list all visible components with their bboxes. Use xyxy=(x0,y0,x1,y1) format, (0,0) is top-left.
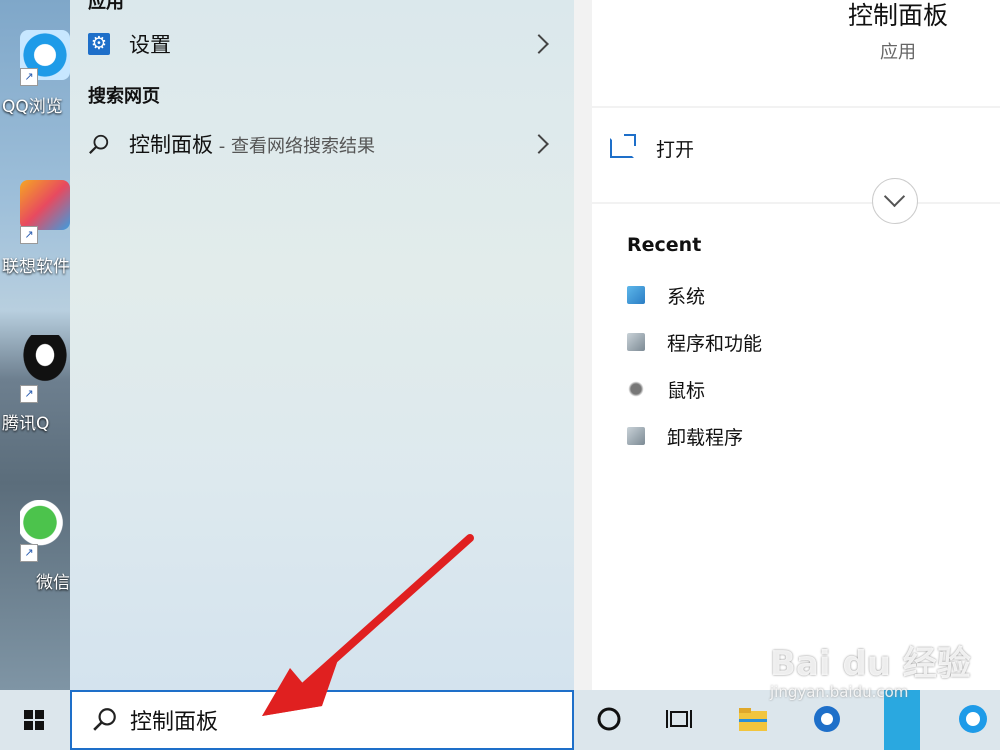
chevron-right-icon xyxy=(529,134,549,154)
recent-item-system[interactable]: 系统 xyxy=(627,280,705,310)
recent-item-uninstall[interactable]: 卸载程序 xyxy=(627,421,743,451)
wechat-icon xyxy=(20,500,70,550)
search-query-text: 控制面板 xyxy=(130,710,219,735)
recent-item-label: 卸载程序 xyxy=(667,426,744,449)
chevron-right-icon xyxy=(529,34,549,54)
open-action[interactable]: 打开 xyxy=(610,130,694,166)
system-icon xyxy=(627,286,645,304)
preview-header-card: 控制面板 应用 xyxy=(592,0,1000,106)
shortcut-arrow-icon: ↗ xyxy=(20,385,38,403)
recent-item-label: 鼠标 xyxy=(667,379,706,402)
result-label: 控制面板 - 查看网络搜索结果 xyxy=(129,129,375,159)
programs-icon xyxy=(627,333,645,351)
uninstall-icon xyxy=(627,427,645,445)
gear-icon: ⚙ xyxy=(88,33,110,55)
recent-item-mouse[interactable]: 鼠标 xyxy=(627,374,705,404)
result-settings[interactable]: ⚙ 设置 xyxy=(70,20,574,68)
windows-start-icon[interactable] xyxy=(14,700,54,740)
taskbar-search-input[interactable]: 控制面板 xyxy=(70,690,574,750)
open-label: 打开 xyxy=(656,138,695,161)
task-view-icon[interactable] xyxy=(662,702,696,736)
recent-heading: Recent xyxy=(627,234,702,256)
preview-subtitle: 应用 xyxy=(880,42,916,63)
browser-icon[interactable] xyxy=(810,702,844,736)
shortcut-arrow-icon: ↗ xyxy=(20,226,38,244)
preview-title: 控制面板 xyxy=(847,1,948,30)
result-web-search[interactable]: 控制面板 - 查看网络搜索结果 xyxy=(70,120,574,168)
shortcut-arrow-icon: ↗ xyxy=(20,68,38,86)
search-icon xyxy=(89,134,109,154)
recent-item-label: 系统 xyxy=(667,285,706,308)
shortcut-arrow-icon: ↗ xyxy=(20,544,38,562)
desktop-icon-label: 联想软件 xyxy=(2,257,70,277)
web-result-subtitle: - 查看网络搜索结果 xyxy=(213,136,375,157)
cortana-icon[interactable] xyxy=(592,702,626,736)
baidu-watermark: Bai du 经验 jingyan.baidu.com xyxy=(770,636,971,701)
lenovo-app-icon xyxy=(20,180,70,230)
section-heading-web: 搜索网页 xyxy=(88,86,160,107)
desktop-icon-label: 微信 xyxy=(36,573,70,593)
qq-penguin-icon xyxy=(20,335,70,385)
section-heading-apps: 应用 xyxy=(88,0,124,13)
watermark-brand: Bai du 经验 xyxy=(770,644,971,684)
recent-item-programs[interactable]: 程序和功能 xyxy=(627,327,762,357)
open-external-icon xyxy=(610,134,636,158)
recent-item-label: 程序和功能 xyxy=(667,332,763,355)
mouse-icon xyxy=(627,380,645,398)
search-icon xyxy=(93,708,116,731)
watermark-url: jingyan.baidu.com xyxy=(770,683,909,701)
search-results-pane: 应用 ⚙ 设置 搜索网页 控制面板 - 查看网络搜索结果 xyxy=(70,0,574,690)
preview-pane: 控制面板 应用 打开 Recent 系统 程序和功能 鼠标 卸载程序 xyxy=(574,0,1000,690)
qq-browser-taskbar-icon[interactable] xyxy=(956,702,990,736)
desktop-icon-label: 腾讯Q xyxy=(2,414,50,434)
desktop: ↗ QQ浏览 ↗ 联想软件 ↗ 腾讯Q ↗ 微信 xyxy=(0,0,70,690)
file-explorer-icon[interactable] xyxy=(736,702,770,736)
web-result-title: 控制面板 xyxy=(129,133,213,157)
result-label: 设置 xyxy=(129,33,171,57)
desktop-icon-label: QQ浏览 xyxy=(2,97,63,117)
expand-chevron-button[interactable] xyxy=(872,178,918,224)
